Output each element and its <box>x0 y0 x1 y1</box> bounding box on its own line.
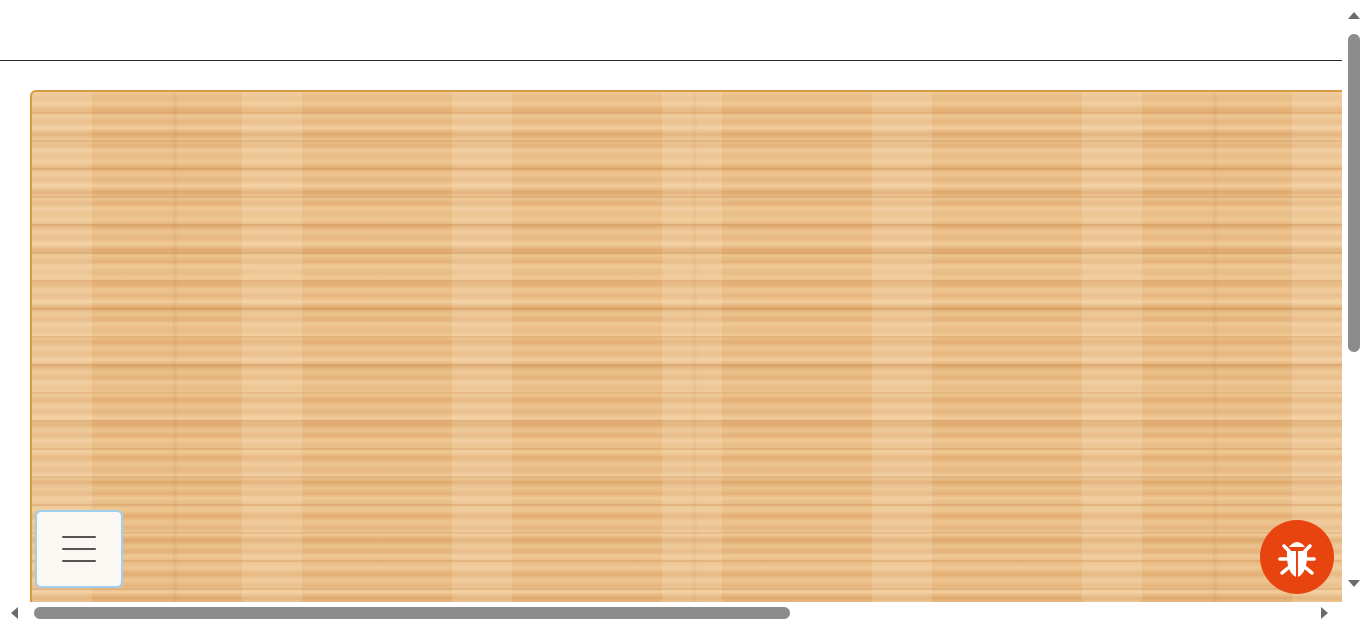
hamburger-icon <box>62 536 96 562</box>
top-header <box>0 0 1342 61</box>
horizontal-scrollbar[interactable] <box>0 602 1342 624</box>
scrollbar-corner <box>1342 602 1366 624</box>
vertical-scroll-thumb[interactable] <box>1348 34 1360 352</box>
scroll-left-arrow-icon[interactable] <box>11 607 18 619</box>
menu-button[interactable] <box>35 510 123 588</box>
page-viewport <box>0 0 1342 602</box>
bug-icon <box>1278 542 1316 577</box>
scroll-up-arrow-icon[interactable] <box>1348 12 1360 19</box>
scroll-right-arrow-icon[interactable] <box>1321 607 1328 619</box>
wood-board-area[interactable] <box>30 90 1342 602</box>
bug-report-button[interactable] <box>1260 520 1334 594</box>
horizontal-scroll-thumb[interactable] <box>34 607 790 619</box>
scroll-down-arrow-icon[interactable] <box>1348 580 1360 587</box>
vertical-scrollbar[interactable] <box>1342 0 1366 602</box>
